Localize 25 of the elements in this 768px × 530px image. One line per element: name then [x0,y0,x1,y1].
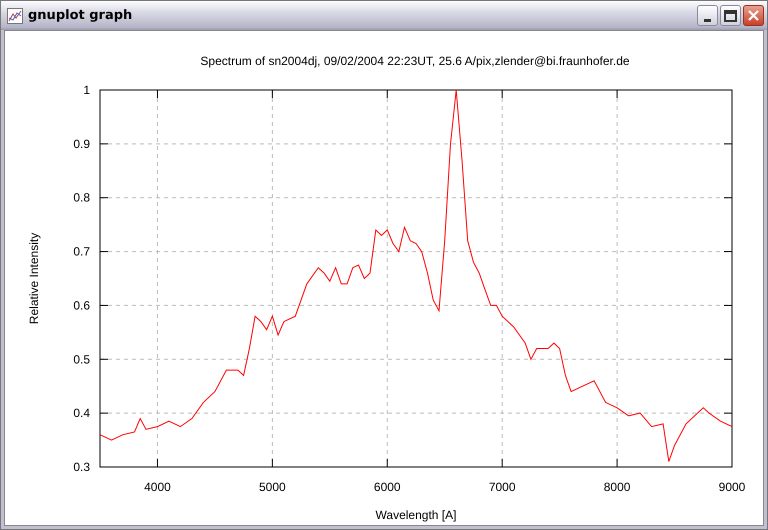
chart-title: Spectrum of sn2004dj, 09/02/2004 22:23UT, 25.6 A/pix,zlender@bi.fraunhofer.de [200,54,630,68]
window-title: gnuplot graph [28,8,134,23]
y-tick-label: 0.9 [73,136,90,151]
maximize-icon [724,10,737,22]
y-tick-label: 0.4 [73,406,90,420]
close-icon [748,10,759,21]
y-tick-label: 0.8 [73,190,90,205]
y-tick-label: 0.3 [73,460,90,474]
x-axis-label: Wavelength [A] [376,508,456,522]
y-tick-label: 1 [83,83,90,97]
y-tick-label: 0.7 [73,244,90,259]
y-axis-label: Relative Intensity [27,232,41,324]
x-tick-label: 6000 [374,480,401,494]
x-tick-label: 4000 [144,480,171,494]
graph-icon [7,8,23,24]
maximize-button[interactable] [720,5,741,26]
minimize-button[interactable] [697,5,718,26]
x-tick-label: 8000 [604,480,630,494]
x-tick-label: 7000 [488,480,516,494]
x-tick-label: 9000 [718,480,746,494]
y-tick-label: 0.6 [73,298,90,312]
y-tick-label: 0.5 [73,352,90,366]
close-button[interactable] [743,5,764,26]
minimize-icon [704,18,711,22]
x-tick-label: 5000 [259,480,286,494]
